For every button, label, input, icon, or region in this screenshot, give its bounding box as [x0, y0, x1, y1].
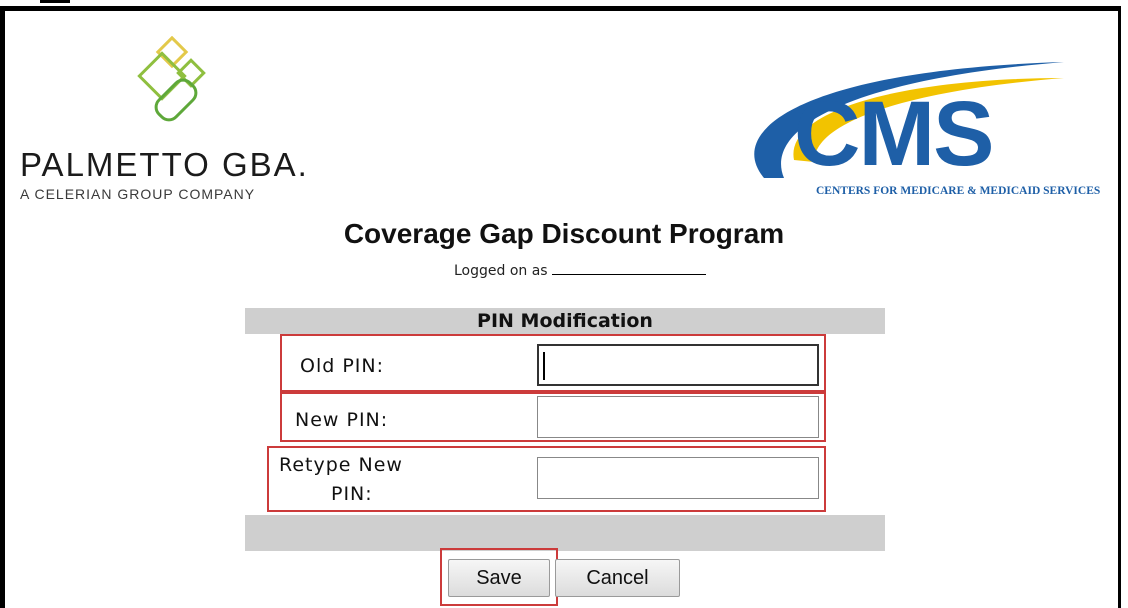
- palmetto-gba-logo: PALMETTO GBA. A CELERIAN GROUP COMPANY: [20, 36, 350, 206]
- top-edge-mark: [40, 0, 70, 3]
- logged-on-status: Logged on as: [454, 262, 707, 279]
- palmetto-tagline: A CELERIAN GROUP COMPANY: [20, 186, 256, 202]
- old-pin-input[interactable]: [537, 344, 819, 386]
- pin-modification-header: PIN Modification: [245, 308, 885, 334]
- palmetto-diamond-icon: [137, 36, 206, 122]
- retype-pin-label-line2: PIN:: [331, 483, 373, 505]
- logged-on-label: Logged on as: [454, 263, 548, 279]
- cancel-button[interactable]: Cancel: [555, 559, 680, 597]
- text-caret: [543, 352, 545, 380]
- cms-logo: CMS CENTERS FOR MEDICARE & MEDICAID SERV…: [724, 50, 1124, 210]
- retype-new-pin-input[interactable]: [537, 457, 819, 499]
- cms-wordmark: CMS: [794, 83, 994, 185]
- retype-pin-label-line1: Retype New: [279, 454, 403, 476]
- old-pin-label: Old PIN:: [300, 355, 385, 377]
- cms-tagline: CENTERS FOR MEDICARE & MEDICAID SERVICES: [816, 185, 1101, 197]
- new-pin-label: New PIN:: [295, 409, 389, 431]
- palmetto-name: PALMETTO GBA.: [20, 146, 309, 183]
- form-footer-bar: [245, 515, 885, 551]
- page-title: Coverage Gap Discount Program: [343, 218, 785, 249]
- save-button[interactable]: Save: [448, 559, 550, 597]
- new-pin-input[interactable]: [537, 396, 819, 438]
- logged-on-username-blank: [552, 262, 707, 275]
